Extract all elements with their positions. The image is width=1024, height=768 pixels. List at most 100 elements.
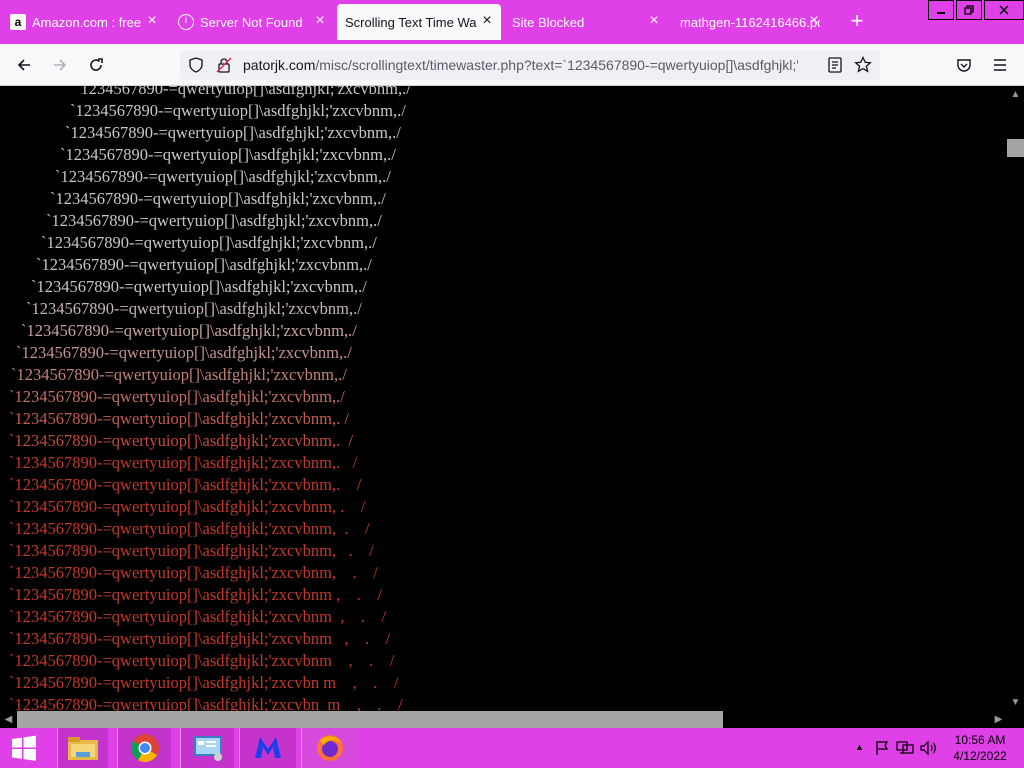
- hamburger-menu-icon: [994, 59, 1006, 71]
- arrow-right-icon: [54, 59, 67, 71]
- scrolling-text-line: `1234567890-=qwertyuiop[]\asdfghjkl;'zxc…: [9, 387, 345, 406]
- back-button[interactable]: [12, 53, 36, 77]
- scrolling-text-line: `1234567890-=qwertyuiop[]\asdfghjkl;'zxc…: [9, 453, 358, 472]
- url-path: /misc/scrollingtext/timewaster.php?text=…: [315, 57, 798, 73]
- info-icon: i: [178, 14, 194, 30]
- minimize-button[interactable]: [928, 0, 954, 20]
- arrow-left-icon: [17, 59, 30, 71]
- show-hidden-icons-button[interactable]: ▲: [855, 742, 864, 752]
- scrolling-text-line: `1234567890-=qwertyuiop[]\asdfghjkl;'zxc…: [9, 607, 387, 626]
- scroll-down-arrow[interactable]: ▼: [1007, 694, 1024, 711]
- taskbar-chrome[interactable]: [117, 728, 171, 768]
- horizontal-scroll-thumb[interactable]: [17, 711, 723, 728]
- window-controls: [926, 0, 1024, 22]
- scrolling-text-line: `1234567890-=qwertyuiop[]\asdfghjkl;'zxc…: [26, 299, 362, 318]
- scrolling-text-line: `1234567890-=qwertyuiop[]\asdfghjkl;'zxc…: [9, 563, 378, 582]
- tab-site-blocked[interactable]: Site Blocked ×: [504, 4, 668, 40]
- reader-view-icon[interactable]: [827, 57, 843, 78]
- volume-icon[interactable]: [920, 740, 938, 761]
- clock-date: 4/12/2022: [953, 749, 1007, 763]
- close-icon[interactable]: ×: [312, 13, 328, 29]
- address-bar[interactable]: patorjk.com/misc/scrollingtext/timewaste…: [180, 50, 880, 80]
- scrolling-text-line: `1234567890-=qwertyuiop[]\asdfghjkl;'zxc…: [9, 629, 391, 648]
- pocket-button[interactable]: [952, 53, 976, 77]
- scrolling-text-line: `1234567890-=qwertyuiop[]\asdfghjkl;'zxc…: [50, 189, 386, 208]
- url-host: patorjk.com: [243, 57, 316, 73]
- scrolling-text-page: `1234567890-=qwertyuiop[]\asdfghjkl;'zxc…: [0, 86, 1007, 711]
- tab-title: Server Not Found: [200, 14, 303, 30]
- pocket-icon: [957, 59, 971, 72]
- scroll-left-arrow[interactable]: ◀: [0, 711, 17, 728]
- minimize-icon: [937, 12, 945, 14]
- clock-time: 10:56 AM: [954, 733, 1006, 747]
- scrolling-text-line: `1234567890-=qwertyuiop[]\asdfghjkl;'zxc…: [55, 167, 391, 186]
- scrolling-text-line: `1234567890-=qwertyuiop[]\asdfghjkl;'zxc…: [9, 497, 366, 516]
- scroll-right-arrow[interactable]: ▶: [990, 711, 1007, 728]
- scrolling-text-line: `1234567890-=qwertyuiop[]\asdfghjkl;'zxc…: [9, 585, 382, 604]
- flag-icon[interactable]: [874, 740, 890, 761]
- scrolling-text-line: `1234567890-=qwertyuiop[]\asdfghjkl;'zxc…: [46, 211, 382, 230]
- restore-button[interactable]: [956, 0, 982, 20]
- taskbar-file-explorer[interactable]: [57, 728, 108, 768]
- scrolling-text-line: `1234567890-=qwertyuiop[]\asdfghjkl;'zxc…: [9, 475, 362, 494]
- scrolling-text-line: `1234567890-=qwertyuiop[]\asdfghjkl;'zxc…: [75, 86, 411, 98]
- tab-server-not-found[interactable]: i Server Not Found ×: [170, 4, 334, 40]
- start-icon: [12, 735, 36, 761]
- scrolling-text-line: `1234567890-=qwertyuiop[]\asdfghjkl;'zxc…: [60, 145, 396, 164]
- scrolling-text-line: `1234567890-=qwertyuiop[]\asdfghjkl;'zxc…: [9, 673, 399, 692]
- close-icon[interactable]: ×: [646, 13, 662, 29]
- scrolling-text-line: `1234567890-=qwertyuiop[]\asdfghjkl;'zxc…: [70, 101, 406, 120]
- close-icon: [999, 5, 1009, 15]
- clock[interactable]: 10:56 AM 4/12/2022: [946, 732, 1014, 764]
- control-panel-icon: [193, 736, 222, 761]
- vertical-scrollbar[interactable]: ▲ ▼: [1007, 86, 1024, 711]
- scrolling-text-line: `1234567890-=qwertyuiop[]\asdfghjkl;'zxc…: [9, 431, 354, 450]
- scrolling-text-line: `1234567890-=qwertyuiop[]\asdfghjkl;'zxc…: [9, 651, 395, 670]
- scrolling-text-line: `1234567890-=qwertyuiop[]\asdfghjkl;'zxc…: [16, 343, 352, 362]
- tracking-protection-icon[interactable]: [188, 57, 204, 78]
- chrome-icon: [130, 734, 159, 762]
- close-window-button[interactable]: [984, 0, 1024, 20]
- bookmark-star-icon[interactable]: [854, 55, 872, 79]
- amazon-icon: a: [10, 14, 26, 30]
- taskbar: ▲ 10:56 AM 4/12/2022: [0, 728, 1024, 768]
- horizontal-scrollbar[interactable]: ◀ ▶: [0, 711, 1024, 728]
- scrolling-text-line: `1234567890-=qwertyuiop[]\asdfghjkl;'zxc…: [21, 321, 357, 340]
- network-icon[interactable]: [896, 740, 914, 761]
- file-explorer-icon: [68, 737, 98, 760]
- menu-button[interactable]: [988, 53, 1012, 77]
- tab-amazon[interactable]: a Amazon.com : free ×: [0, 4, 166, 40]
- reload-button[interactable]: [84, 53, 108, 77]
- scrolling-text-line: `1234567890-=qwertyuiop[]\asdfghjkl;'zxc…: [9, 695, 403, 711]
- navigation-toolbar: patorjk.com/misc/scrollingtext/timewaste…: [0, 44, 1024, 86]
- close-icon[interactable]: ×: [479, 13, 495, 29]
- restore-icon: [964, 5, 974, 15]
- firefox-icon: [317, 735, 343, 761]
- scrolling-text-line: `1234567890-=qwertyuiop[]\asdfghjkl;'zxc…: [31, 277, 367, 296]
- lock-icon[interactable]: [216, 57, 232, 78]
- scrolling-text-line: `1234567890-=qwertyuiop[]\asdfghjkl;'zxc…: [36, 255, 372, 274]
- taskbar-control-panel[interactable]: [180, 728, 234, 768]
- vertical-scroll-thumb[interactable]: [1007, 139, 1024, 157]
- scroll-up-arrow[interactable]: ▲: [1007, 86, 1024, 103]
- tab-title: Site Blocked: [512, 14, 585, 30]
- url-text[interactable]: patorjk.com/misc/scrollingtext/timewaste…: [243, 57, 798, 73]
- tab-scrolling-text[interactable]: Scrolling Text Time Waste ×: [337, 4, 501, 40]
- malwarebytes-icon: [255, 737, 281, 758]
- close-icon[interactable]: ×: [806, 13, 822, 29]
- tab-title: mathgen-1162416466.pdf: [680, 14, 820, 30]
- scrolling-text-line: `1234567890-=qwertyuiop[]\asdfghjkl;'zxc…: [41, 233, 377, 252]
- taskbar-malwarebytes[interactable]: [239, 728, 296, 768]
- forward-button[interactable]: [48, 53, 72, 77]
- tab-title: Amazon.com : free: [32, 14, 142, 30]
- scrolling-text-line: `1234567890-=qwertyuiop[]\asdfghjkl;'zxc…: [11, 365, 347, 384]
- tab-mathgen-pdf[interactable]: mathgen-1162416466.pdf ×: [672, 4, 836, 40]
- start-button[interactable]: [0, 728, 48, 768]
- scrolling-text-line: `1234567890-=qwertyuiop[]\asdfghjkl;'zxc…: [9, 409, 349, 428]
- new-tab-button[interactable]: +: [847, 10, 867, 32]
- tab-strip: a Amazon.com : free × i Server Not Found…: [0, 0, 1024, 44]
- scrolling-text-line: `1234567890-=qwertyuiop[]\asdfghjkl;'zxc…: [65, 123, 401, 142]
- close-icon[interactable]: ×: [144, 13, 160, 29]
- taskbar-firefox[interactable]: [301, 728, 358, 768]
- tab-title: Scrolling Text Time Waste: [345, 14, 477, 30]
